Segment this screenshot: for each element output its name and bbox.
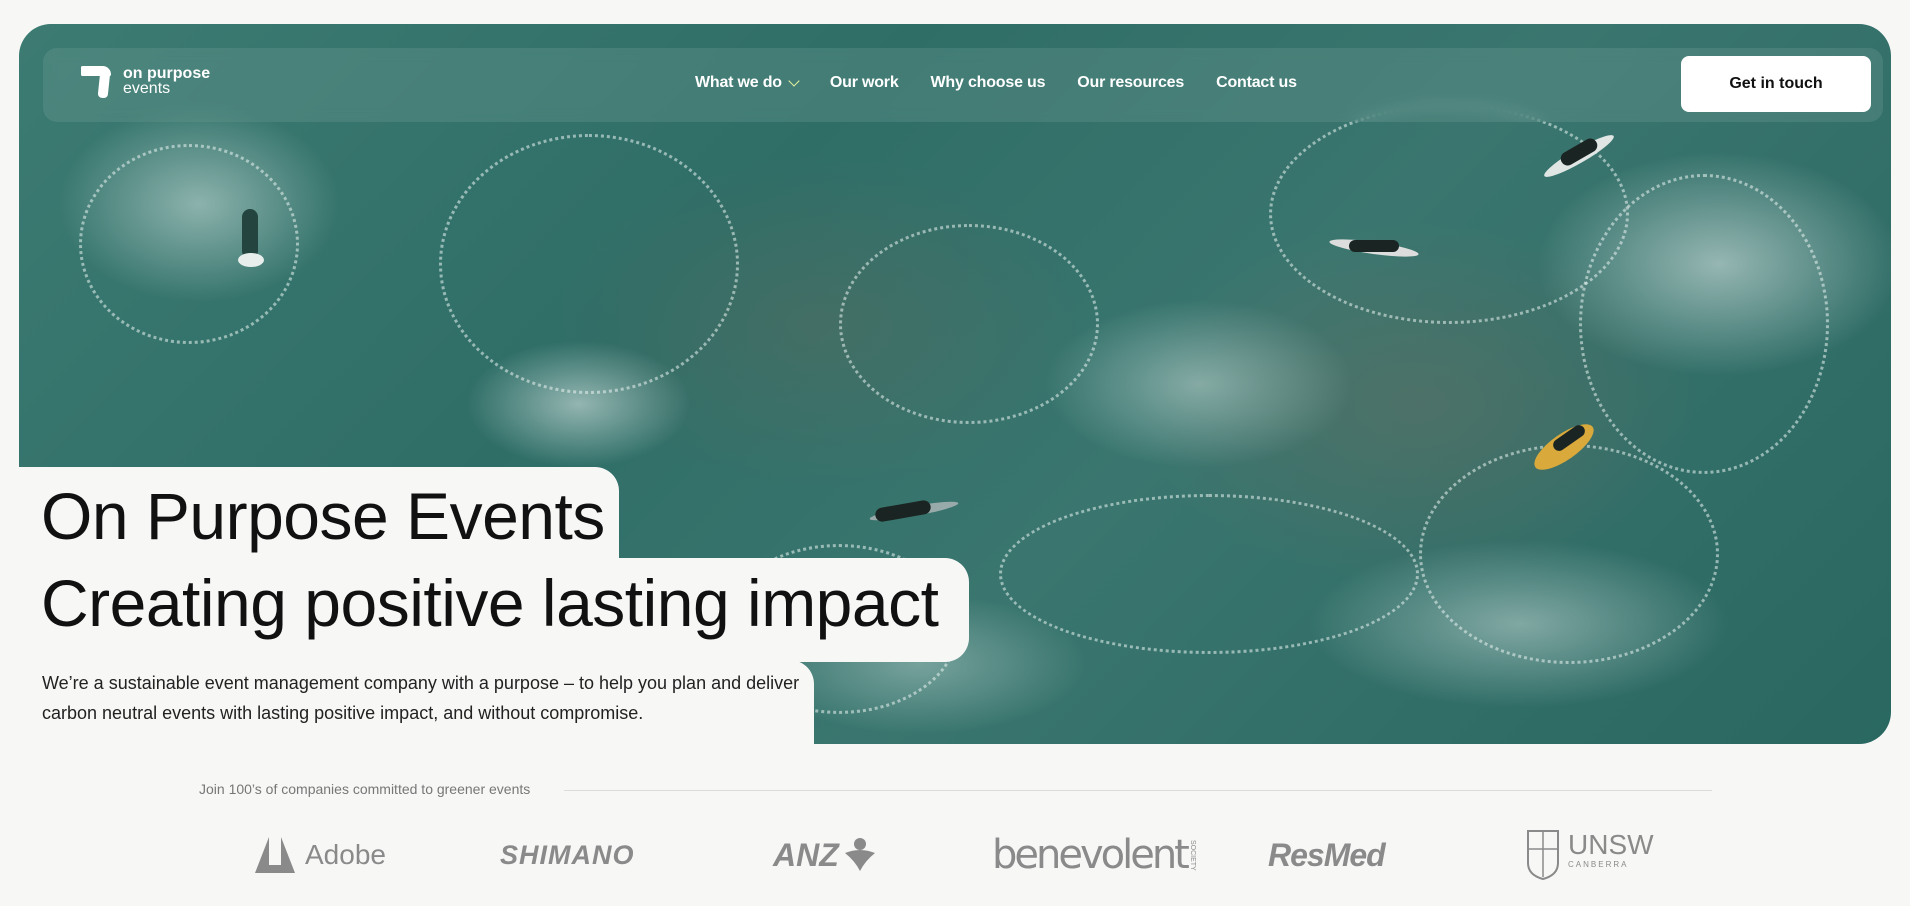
top-navigation: on purpose events What we do Our work Wh…	[43, 48, 1883, 122]
unsw-logo: UNSW CANBERRA	[1526, 830, 1654, 881]
hero-title: On Purpose Events	[41, 479, 605, 553]
nav-item-what-we-do[interactable]: What we do	[695, 74, 800, 92]
adobe-logo: Adobe	[255, 830, 386, 880]
foam-pattern	[1579, 174, 1829, 474]
nav-item-why-choose-us[interactable]: Why choose us	[931, 74, 1046, 92]
nav-item-our-work[interactable]: Our work	[830, 74, 899, 92]
nav-item-contact-us[interactable]: Contact us	[1216, 74, 1297, 92]
foam-pattern	[1269, 104, 1629, 324]
clients-heading: Join 100’s of companies committed to gre…	[199, 781, 531, 797]
logo-mark-icon	[81, 66, 113, 98]
shimano-logo: SHIMANO	[500, 839, 635, 870]
foam-pattern	[79, 144, 299, 344]
client-logos: Adobe SHIMANO ANZ benevolent SOCIETY Res…	[250, 830, 1670, 890]
hero-description: We’re a sustainable event management com…	[42, 673, 800, 723]
get-in-touch-button[interactable]: Get in touch	[1681, 56, 1871, 112]
foam-pattern	[999, 494, 1419, 654]
resmed-logo: ResMed	[1268, 836, 1386, 873]
unsw-crest-icon	[1527, 830, 1559, 881]
hero-tagline: Creating positive lasting impact	[41, 566, 939, 640]
foam-pattern	[839, 224, 1099, 424]
benevolent-logo: benevolent SOCIETY	[992, 832, 1196, 878]
anz-people-icon	[844, 838, 875, 871]
divider	[564, 790, 1712, 791]
chevron-down-icon	[788, 75, 800, 87]
foam-pattern	[439, 134, 739, 394]
logo-text-line1: on purpose	[123, 65, 211, 82]
site-logo[interactable]: on purpose events	[81, 66, 210, 98]
anz-logo: ANZ	[773, 830, 877, 880]
nav-item-our-resources[interactable]: Our resources	[1077, 74, 1184, 92]
main-menu: What we do Our work Why choose us Our re…	[695, 74, 1297, 92]
adobe-icon	[255, 837, 295, 873]
foam-pattern	[1419, 444, 1719, 664]
logo-text-line2: events	[123, 80, 171, 97]
